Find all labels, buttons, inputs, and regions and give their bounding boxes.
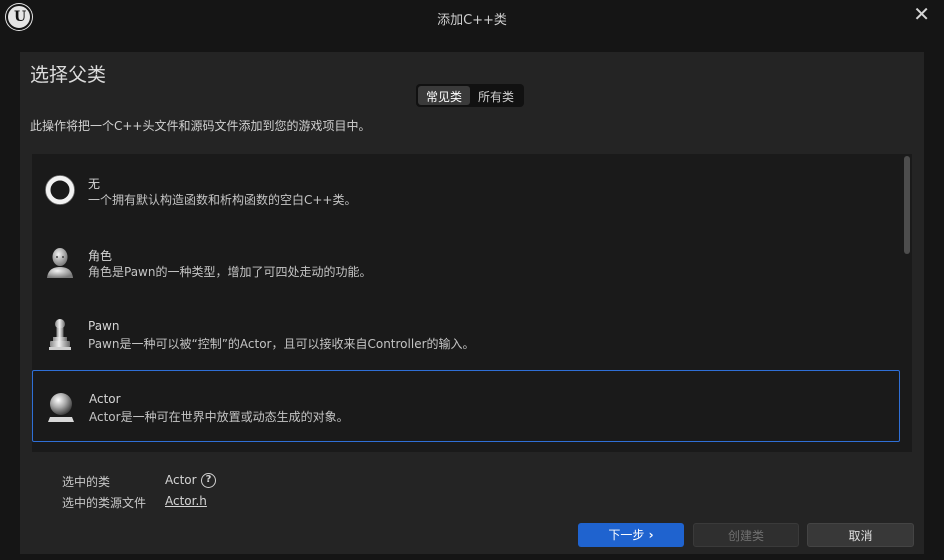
selected-source-label: 选中的类源文件: [62, 496, 147, 510]
close-icon[interactable]: ✕: [913, 2, 930, 26]
pawn-icon: [49, 319, 71, 350]
chevron-right-icon: ›: [644, 528, 654, 542]
dialog-panel: 选择父类 常见类 所有类 此操作将把一个C++头文件和源码文件添加到您的游戏项目…: [20, 52, 924, 554]
class-item-pawn[interactable]: Pawn Pawn是一种可以被“控制”的Actor，且可以接收来自Control…: [32, 298, 900, 370]
class-name: 无: [88, 177, 101, 191]
character-icon: [47, 248, 73, 278]
tab-all-classes[interactable]: 所有类: [470, 86, 522, 105]
create-class-button[interactable]: 创建类: [693, 523, 799, 547]
class-name: 角色: [88, 249, 113, 263]
title-bar: U 添加C++类 ✕: [0, 0, 944, 36]
empty-ring-icon: [45, 175, 75, 205]
page-title: 选择父类: [30, 64, 107, 86]
dialog-description: 此操作将把一个C++头文件和源码文件添加到您的游戏项目中。: [30, 119, 371, 133]
actor-sphere-icon: [48, 393, 74, 422]
next-button-label: 下一步: [608, 528, 645, 542]
class-item-none[interactable]: 无 一个拥有默认构造函数和析构函数的空白C++类。: [32, 154, 900, 226]
selected-class-label: 选中的类: [62, 475, 111, 489]
class-list: 无 一个拥有默认构造函数和析构函数的空白C++类。 角色 角色是Pawn的一种类…: [32, 154, 912, 452]
class-name: Actor: [89, 392, 121, 406]
class-description: Pawn是一种可以被“控制”的Actor，且可以接收来自Controller的输…: [88, 337, 475, 351]
class-item-actor[interactable]: Actor Actor是一种可在世界中放置或动态生成的对象。: [32, 370, 900, 442]
tab-common-classes[interactable]: 常见类: [418, 86, 471, 105]
selected-source-link[interactable]: Actor.h: [165, 494, 207, 508]
selected-class-value: Actor: [165, 473, 197, 487]
class-item-character[interactable]: 角色 角色是Pawn的一种类型，增加了可四处走动的功能。: [32, 226, 900, 298]
window-title: 添加C++类: [437, 13, 507, 28]
cancel-button[interactable]: 取消: [807, 523, 914, 547]
help-icon[interactable]: ?: [201, 473, 216, 488]
class-description: Actor是一种可在世界中放置或动态生成的对象。: [89, 410, 349, 424]
list-scrollbar[interactable]: [904, 156, 910, 254]
class-description: 一个拥有默认构造函数和析构函数的空白C++类。: [88, 193, 357, 207]
class-description: 角色是Pawn的一种类型，增加了可四处走动的功能。: [88, 265, 372, 279]
class-name: Pawn: [88, 319, 120, 333]
next-button[interactable]: 下一步 ›: [578, 523, 684, 547]
class-filter-tabs: 常见类 所有类: [416, 84, 525, 107]
